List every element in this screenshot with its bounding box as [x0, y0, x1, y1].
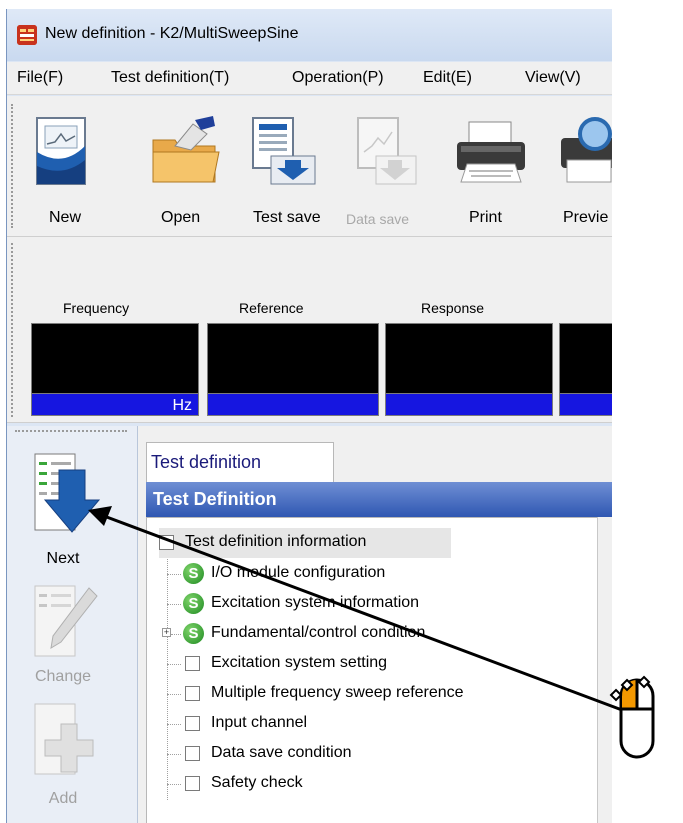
- side-panel: Next Change Add: [7, 426, 138, 823]
- menu-file[interactable]: File(F): [17, 69, 63, 87]
- menu-test-definition[interactable]: Test definition(T): [111, 69, 229, 87]
- next-button-label: Next: [46, 550, 80, 567]
- tree-item-root[interactable]: Test definition information: [159, 528, 451, 558]
- monitor-grip[interactable]: [11, 243, 16, 417]
- mouse-click-icon: [609, 675, 655, 759]
- test-save-button[interactable]: Test save: [239, 96, 339, 236]
- frequency-label: Frequency: [63, 300, 130, 316]
- menu-bar: File(F) Test definition(T) Operation(P) …: [7, 62, 612, 95]
- tree-connector: [167, 694, 181, 695]
- tree-connector: [167, 548, 168, 800]
- change-pencil-icon: [34, 585, 98, 657]
- print-button-label: Print: [469, 209, 502, 226]
- tree-item-label: Data save condition: [211, 744, 352, 761]
- response-display: [385, 323, 553, 396]
- response-label: Response: [421, 300, 485, 316]
- tree-scrollbar[interactable]: [597, 517, 612, 823]
- next-arrow-icon: [34, 453, 101, 533]
- data-save-button: Data save: [340, 96, 436, 236]
- tree-connector: [171, 634, 181, 635]
- tree-connector: [167, 784, 181, 785]
- data-save-icon: [357, 117, 417, 185]
- window-title: New definition - K2/MultiSweepSine: [45, 25, 299, 42]
- toolbar-grip[interactable]: [11, 104, 16, 228]
- add-plus-icon: [34, 703, 94, 775]
- print-button[interactable]: Print: [447, 96, 535, 236]
- unset-checkbox[interactable]: [185, 656, 200, 671]
- tree-item-label: Excitation system setting: [211, 654, 388, 671]
- set-status-icon: S: [183, 593, 204, 614]
- app-logo-icon: [17, 25, 37, 45]
- test-save-button-label: Test save: [253, 209, 321, 226]
- channel-display: [559, 323, 612, 396]
- tree-item-label: Input channel: [211, 714, 308, 731]
- set-status-icon: S: [183, 563, 204, 584]
- unset-checkbox[interactable]: [185, 776, 200, 791]
- section-title: Test Definition: [146, 482, 612, 517]
- tree-connector: [167, 724, 181, 725]
- tab-test-definition[interactable]: Test definition: [146, 442, 334, 482]
- unset-checkbox[interactable]: [185, 716, 200, 731]
- new-button[interactable]: New: [19, 96, 111, 236]
- open-button[interactable]: Open: [139, 96, 231, 236]
- next-button[interactable]: Next: [7, 438, 137, 578]
- print-preview-icon: [561, 117, 612, 183]
- new-document-icon: [36, 117, 86, 185]
- menu-view[interactable]: View(V): [525, 69, 581, 87]
- set-status-icon: S: [183, 623, 204, 644]
- tree-connector: [167, 574, 181, 575]
- app-window: New definition - K2/MultiSweepSine File(…: [6, 9, 612, 823]
- frequency-display: [31, 323, 199, 396]
- tree-item-label: Multiple frequency sweep reference: [211, 684, 464, 701]
- tree-item-label: Fundamental/control condition: [211, 624, 426, 641]
- unset-checkbox[interactable]: [185, 746, 200, 761]
- menu-edit[interactable]: Edit(E): [423, 69, 472, 87]
- main-content: Test definition Test Definition Test def…: [138, 426, 612, 823]
- expand-plus-icon[interactable]: +: [162, 628, 171, 637]
- reference-label: Reference: [239, 300, 304, 316]
- tree-connector: [167, 604, 181, 605]
- title-bar: New definition - K2/MultiSweepSine: [7, 9, 612, 61]
- tree-connector: [167, 754, 181, 755]
- response-unit: [385, 393, 553, 416]
- open-folder-icon: [152, 116, 220, 183]
- new-button-label: New: [49, 209, 82, 226]
- tree-item-label: Test definition information: [185, 533, 367, 550]
- unset-checkbox[interactable]: [185, 686, 200, 701]
- change-button-label: Change: [34, 668, 92, 685]
- add-button: Add: [7, 696, 137, 816]
- side-panel-grip[interactable]: [15, 430, 127, 432]
- add-button-label: Add: [48, 790, 78, 807]
- open-button-label: Open: [161, 209, 201, 226]
- tree-item-label: Safety check: [211, 774, 303, 791]
- preview-button-label: Previe: [563, 209, 609, 226]
- menu-operation[interactable]: Operation(P): [292, 69, 384, 87]
- test-definition-tree: Test definition information S I/O module…: [146, 517, 599, 823]
- data-save-button-label: Data save: [346, 211, 410, 227]
- tree-item-label: I/O module configuration: [211, 564, 386, 581]
- root-checkbox[interactable]: [159, 535, 174, 550]
- channel-unit: [559, 393, 612, 416]
- change-button: Change: [7, 578, 137, 690]
- preview-button[interactable]: Previe: [547, 96, 612, 236]
- test-save-icon: [252, 117, 316, 185]
- reference-display: [207, 323, 379, 396]
- monitor-panel: Frequency Hz Reference Response: [7, 237, 612, 423]
- tree-connector: [167, 664, 181, 665]
- printer-icon: [457, 121, 525, 183]
- frequency-unit: Hz: [31, 393, 199, 416]
- toolbar: New Open Test save Data save Print Previ…: [7, 96, 612, 237]
- tree-item-label: Excitation system information: [211, 594, 420, 611]
- reference-unit: [207, 393, 379, 416]
